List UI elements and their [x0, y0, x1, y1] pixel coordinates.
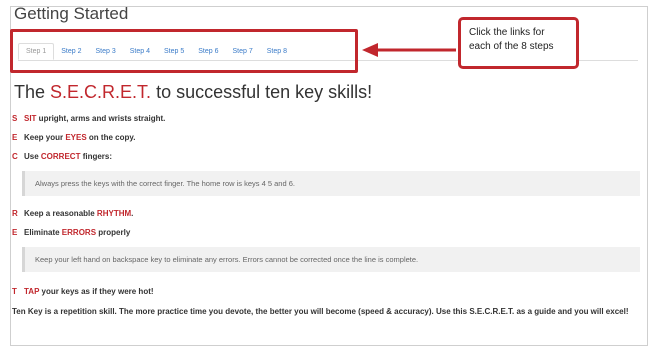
row-text: Eliminate: [24, 228, 62, 237]
callout-box: Click the links for each of the 8 steps: [458, 17, 579, 69]
secret-letter: R: [12, 209, 18, 218]
secret-letter: T: [12, 287, 17, 296]
row-text: your keys as if they were hot!: [39, 287, 154, 296]
arrow-left-icon: [362, 43, 456, 57]
secret-keyword: CORRECT: [40, 152, 81, 161]
secret-keyword: RHYTHM: [96, 209, 132, 218]
secret-row-s: S SIT upright, arms and wrists straight.: [12, 114, 165, 123]
row-text: Keep a reasonable: [24, 209, 97, 218]
tabs-highlight-box: [10, 29, 358, 73]
secret-letter: C: [12, 152, 18, 161]
secret-row-t: T TAP your keys as if they were hot!: [12, 287, 154, 296]
row-text: Keep your: [24, 133, 66, 142]
summary-paragraph: Ten Key is a repetition skill. The more …: [12, 307, 629, 316]
secret-keyword: EYES: [65, 133, 87, 142]
secret-keyword: ERRORS: [61, 228, 97, 237]
row-text: on the copy.: [86, 133, 136, 142]
secret-letter: S: [12, 114, 18, 123]
row-text: .: [131, 209, 134, 218]
row-text: Use: [24, 152, 41, 161]
secret-row-r: R Keep a reasonable RHYTHM.: [12, 209, 133, 218]
secret-row-e2: E Eliminate ERRORS properly: [12, 228, 130, 237]
tip-box: Always press the keys with the correct f…: [22, 171, 640, 196]
headline-prefix: The: [14, 82, 51, 102]
headline-accent: S.E.C.R.E.T.: [50, 82, 152, 102]
secret-keyword: SIT: [24, 114, 37, 123]
secret-row-c: C Use CORRECT fingers:: [12, 152, 112, 161]
secret-letter: E: [12, 133, 18, 142]
secret-keyword: TAP: [24, 287, 40, 296]
page-title: Getting Started: [14, 4, 129, 23]
secret-row-e1: E Keep your EYES on the copy.: [12, 133, 135, 142]
row-text: properly: [96, 228, 131, 237]
headline: The S.E.C.R.E.T. to successful ten key s…: [14, 82, 372, 103]
headline-suffix: to successful ten key skills!: [151, 82, 373, 102]
row-text: upright, arms and wrists straight.: [36, 114, 166, 123]
secret-letter: E: [12, 228, 18, 237]
tip-box: Keep your left hand on backspace key to …: [22, 247, 640, 272]
row-text: fingers:: [80, 152, 113, 161]
